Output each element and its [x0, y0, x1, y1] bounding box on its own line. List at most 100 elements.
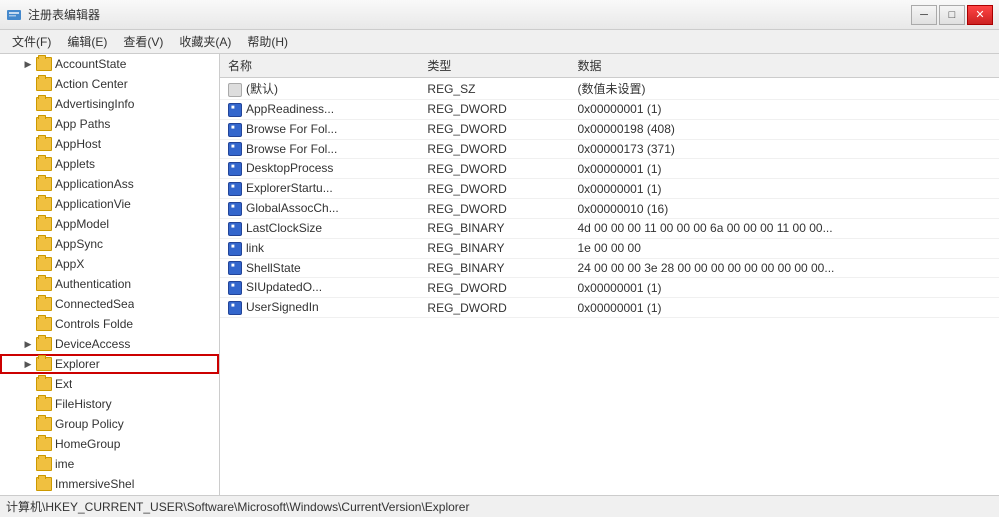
tree-label-action-center: Action Center [55, 77, 128, 91]
tree-label-applets: Applets [55, 157, 95, 171]
menu-item-file[interactable]: 文件(F) [4, 31, 59, 52]
tree-label-file-history: FileHistory [55, 397, 112, 411]
value-name-link: link [220, 238, 419, 258]
table-row[interactable]: DesktopProcessREG_DWORD0x00000001 (1) [220, 159, 999, 179]
tree-item-group-policy[interactable]: Group Policy [0, 414, 219, 434]
tree-item-app-paths[interactable]: App Paths [0, 114, 219, 134]
tree-item-account-state[interactable]: ▶AccountState [0, 54, 219, 74]
default-value-icon [228, 83, 242, 97]
values-table: 名称 类型 数据 (默认)REG_SZ(数值未设置)AppReadiness..… [220, 54, 999, 318]
status-bar: 计算机\HKEY_CURRENT_USER\Software\Microsoft… [0, 495, 999, 517]
tree-item-immersive-shel[interactable]: ImmersiveShel [0, 474, 219, 494]
maximize-button[interactable]: □ [939, 5, 965, 25]
tree-item-connected-sea[interactable]: ConnectedSea [0, 294, 219, 314]
value-data-shell-state: 24 00 00 00 3e 28 00 00 00 00 00 00 00 0… [569, 258, 999, 278]
minimize-button[interactable]: ─ [911, 5, 937, 25]
folder-icon-ime [36, 457, 52, 471]
expand-icon-group-policy [20, 416, 36, 432]
table-row[interactable]: linkREG_BINARY1e 00 00 00 [220, 238, 999, 258]
table-row[interactable]: UserSignedInREG_DWORD0x00000001 (1) [220, 298, 999, 318]
title-bar-controls: ─ □ ✕ [911, 5, 993, 25]
value-type-siu-updated-o: REG_DWORD [419, 278, 569, 298]
tree-item-ime[interactable]: ime [0, 454, 219, 474]
reg-value-icon [228, 123, 242, 137]
expand-icon-ext [20, 376, 36, 392]
menu-item-help[interactable]: 帮助(H) [239, 31, 296, 52]
value-name-default: (默认) [220, 78, 419, 100]
title-bar: 注册表编辑器 ─ □ ✕ [0, 0, 999, 30]
col-name: 名称 [220, 54, 419, 78]
tree-label-immersive-shel: ImmersiveShel [55, 477, 134, 491]
tree-item-app-x[interactable]: AppX [0, 254, 219, 274]
value-name-siu-updated-o: SIUpdatedO... [220, 278, 419, 298]
tree-item-application-ass[interactable]: ApplicationAss [0, 174, 219, 194]
expand-icon-immersive-shel [20, 476, 36, 492]
tree-item-controls-folde[interactable]: Controls Folde [0, 314, 219, 334]
value-type-global-assoc-ch: REG_DWORD [419, 199, 569, 219]
main-content: ▶AccountState Action Center AdvertisingI… [0, 54, 999, 495]
tree-item-home-group[interactable]: HomeGroup [0, 434, 219, 454]
folder-icon-authentication [36, 277, 52, 291]
reg-value-icon [228, 162, 242, 176]
folder-icon-connected-sea [36, 297, 52, 311]
tree-item-applets[interactable]: Applets [0, 154, 219, 174]
tree-item-application-vie[interactable]: ApplicationVie [0, 194, 219, 214]
table-row[interactable]: SIUpdatedO...REG_DWORD0x00000001 (1) [220, 278, 999, 298]
expand-icon-connected-sea [20, 296, 36, 312]
values-panel[interactable]: 名称 类型 数据 (默认)REG_SZ(数值未设置)AppReadiness..… [220, 54, 999, 495]
value-name-browse-fol-1: Browse For Fol... [220, 119, 419, 139]
tree-item-explorer[interactable]: ▶Explorer [0, 354, 219, 374]
tree-item-device-access[interactable]: ▶DeviceAccess [0, 334, 219, 354]
expand-icon-advertising-info [20, 96, 36, 112]
table-row[interactable]: AppReadiness...REG_DWORD0x00000001 (1) [220, 100, 999, 120]
tree-item-ext[interactable]: Ext [0, 374, 219, 394]
table-row[interactable]: LastClockSizeREG_BINARY4d 00 00 00 11 00… [220, 218, 999, 238]
value-name-user-signed-in: UserSignedIn [220, 298, 419, 318]
close-button[interactable]: ✕ [967, 5, 993, 25]
value-data-app-readiness: 0x00000001 (1) [569, 100, 999, 120]
folder-icon-ext [36, 377, 52, 391]
tree-label-ime: ime [55, 457, 74, 471]
menu-item-favorites[interactable]: 收藏夹(A) [171, 31, 239, 52]
value-data-browse-fol-2: 0x00000173 (371) [569, 139, 999, 159]
reg-value-icon [228, 202, 242, 216]
table-row[interactable]: GlobalAssocCh...REG_DWORD0x00000010 (16) [220, 199, 999, 219]
tree-panel[interactable]: ▶AccountState Action Center AdvertisingI… [0, 54, 220, 495]
menu-item-edit[interactable]: 编辑(E) [59, 31, 115, 52]
tree-label-advertising-info: AdvertisingInfo [55, 97, 134, 111]
table-row[interactable]: ShellStateREG_BINARY24 00 00 00 3e 28 00… [220, 258, 999, 278]
table-row[interactable]: Browse For Fol...REG_DWORD0x00000173 (37… [220, 139, 999, 159]
tree-label-controls-folde: Controls Folde [55, 317, 133, 331]
expand-icon-controls-folde [20, 316, 36, 332]
expand-icon-device-access: ▶ [20, 336, 36, 352]
expand-icon-explorer: ▶ [20, 356, 36, 372]
value-name-last-clock-size: LastClockSize [220, 218, 419, 238]
table-row[interactable]: Browse For Fol...REG_DWORD0x00000198 (40… [220, 119, 999, 139]
tree-item-authentication[interactable]: Authentication [0, 274, 219, 294]
value-name-global-assoc-ch: GlobalAssocCh... [220, 199, 419, 219]
tree-label-ext: Ext [55, 377, 72, 391]
tree-item-file-history[interactable]: FileHistory [0, 394, 219, 414]
value-type-default: REG_SZ [419, 78, 569, 100]
tree-label-home-group: HomeGroup [55, 437, 120, 451]
value-data-siu-updated-o: 0x00000001 (1) [569, 278, 999, 298]
expand-icon-app-model [20, 216, 36, 232]
expand-icon-ime [20, 456, 36, 472]
expand-icon-application-vie [20, 196, 36, 212]
expand-icon-application-ass [20, 176, 36, 192]
tree-item-app-model[interactable]: AppModel [0, 214, 219, 234]
expand-icon-applets [20, 156, 36, 172]
tree-item-app-sync[interactable]: AppSync [0, 234, 219, 254]
table-row[interactable]: ExplorerStartu...REG_DWORD0x00000001 (1) [220, 179, 999, 199]
menu-item-view[interactable]: 查看(V) [115, 31, 171, 52]
folder-icon-immersive-shel [36, 477, 52, 491]
reg-value-icon [228, 281, 242, 295]
tree-label-authentication: Authentication [55, 277, 131, 291]
tree-item-advertising-info[interactable]: AdvertisingInfo [0, 94, 219, 114]
expand-icon-authentication [20, 276, 36, 292]
tree-item-action-center[interactable]: Action Center [0, 74, 219, 94]
folder-icon-device-access [36, 337, 52, 351]
table-row[interactable]: (默认)REG_SZ(数值未设置) [220, 78, 999, 100]
title-bar-text: 注册表编辑器 [28, 6, 100, 23]
tree-item-app-host[interactable]: AppHost [0, 134, 219, 154]
